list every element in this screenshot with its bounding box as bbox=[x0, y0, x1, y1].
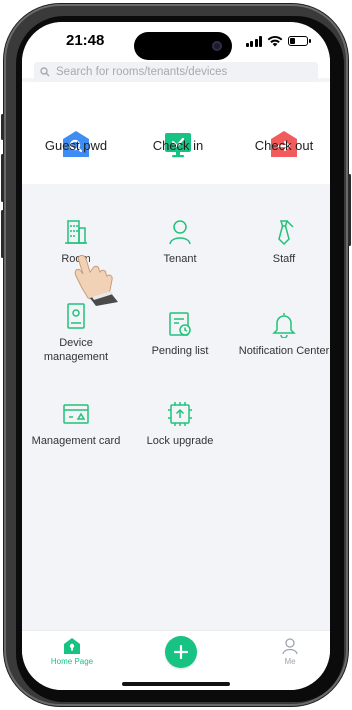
camera-icon bbox=[212, 41, 222, 51]
clipboard-clock-icon bbox=[166, 310, 194, 338]
check-in-label[interactable]: Check in bbox=[128, 138, 228, 153]
grid-item-pending-list[interactable]: Pending list bbox=[130, 310, 230, 358]
grid-item-label: Notification Center bbox=[238, 345, 330, 357]
grid-item-label: Staff bbox=[272, 253, 296, 265]
grid-item-notification-center[interactable]: Notification Center bbox=[234, 310, 330, 358]
tab-home[interactable]: Home Page bbox=[42, 637, 102, 666]
side-button bbox=[348, 174, 351, 246]
grid-item-label: Management card bbox=[31, 435, 121, 447]
battery-icon bbox=[288, 36, 311, 46]
side-button bbox=[1, 210, 4, 258]
side-button bbox=[1, 154, 4, 202]
pointer-hand-icon bbox=[74, 255, 118, 306]
tab-label: Home Page bbox=[50, 657, 94, 666]
search-placeholder: Search for rooms/tenants/devices bbox=[56, 66, 228, 78]
grid-item-label: Tenant bbox=[163, 253, 197, 265]
status-icons bbox=[245, 32, 311, 50]
grid-item-label: Pending list bbox=[151, 345, 209, 357]
grid-item-device-management[interactable]: Device management bbox=[26, 302, 126, 364]
search-icon bbox=[40, 67, 50, 77]
grid-item-label: Device management bbox=[43, 337, 109, 363]
person-icon bbox=[166, 218, 194, 246]
grid-item-tenant[interactable]: Tenant bbox=[130, 218, 230, 266]
grid-item-label: Lock upgrade bbox=[146, 435, 214, 447]
grid-item-staff[interactable]: Staff bbox=[234, 218, 330, 266]
app-screen: 21:48 Search for rooms/tenants/devices G… bbox=[22, 22, 330, 690]
wifi-icon bbox=[267, 35, 283, 47]
quick-actions-bar: Guest pwd Check in Check out bbox=[22, 82, 330, 184]
home-icon bbox=[64, 638, 80, 654]
building-icon bbox=[62, 218, 90, 246]
check-out-label[interactable]: Check out bbox=[234, 138, 330, 153]
chip-upgrade-icon bbox=[166, 400, 194, 428]
cellular-signal-icon bbox=[245, 35, 262, 47]
guest-pwd-label[interactable]: Guest pwd bbox=[26, 138, 126, 153]
add-button[interactable] bbox=[165, 636, 197, 668]
search-input[interactable]: Search for rooms/tenants/devices bbox=[34, 62, 318, 82]
bell-icon bbox=[270, 310, 298, 339]
status-time: 21:48 bbox=[66, 32, 105, 49]
dynamic-island bbox=[134, 32, 232, 60]
home-indicator bbox=[122, 682, 230, 686]
tie-icon bbox=[270, 218, 298, 246]
side-button bbox=[1, 114, 4, 140]
tab-label: Me bbox=[284, 657, 296, 666]
person-icon bbox=[282, 638, 298, 655]
plus-icon bbox=[174, 645, 188, 659]
grid-item-lock-upgrade[interactable]: Lock upgrade bbox=[130, 400, 230, 448]
grid-item-management-card[interactable]: Management card bbox=[26, 400, 126, 448]
tab-me[interactable]: Me bbox=[260, 637, 320, 666]
device-icon bbox=[62, 302, 90, 330]
card-icon bbox=[62, 400, 90, 428]
